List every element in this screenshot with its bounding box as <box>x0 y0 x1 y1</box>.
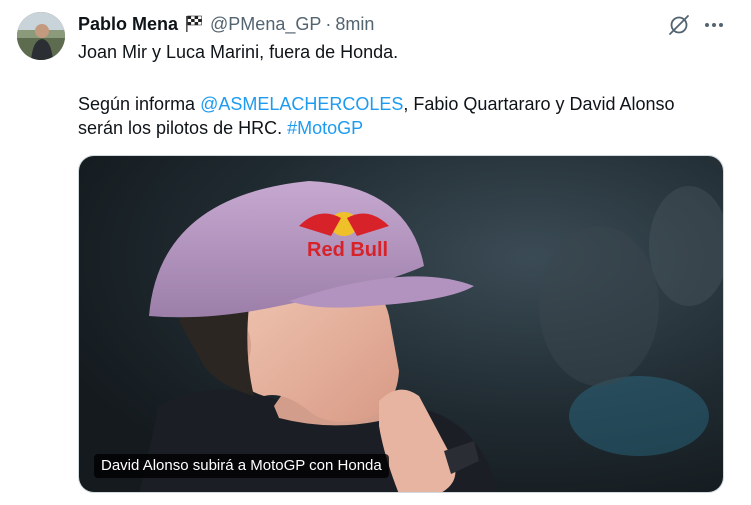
grok-icon[interactable] <box>666 12 692 38</box>
tweet-text: Joan Mir y Luca Marini, fuera de Honda. … <box>78 40 728 140</box>
author-handle[interactable]: @PMena_GP <box>210 14 321 35</box>
checkered-flag-icon <box>184 15 204 33</box>
more-dots-icon[interactable] <box>700 12 728 38</box>
media-caption: David Alonso subirá a MotoGP con Honda <box>94 454 389 478</box>
line2-prefix: Según informa <box>78 94 201 114</box>
avatar-image <box>17 12 65 60</box>
separator-dot: · <box>325 13 332 34</box>
media-photo: Red Bull <box>79 156 723 492</box>
author-name[interactable]: Pablo Mena <box>78 14 178 35</box>
cap-brand-text: Red Bull <box>307 239 388 261</box>
line2-mid: , Fabio Quartararo y David Alonso <box>403 94 675 114</box>
hashtag-link[interactable]: #MotoGP <box>287 118 363 138</box>
tweet-line-1: Joan Mir y Luca Marini, fuera de Honda. <box>78 42 399 62</box>
tweet-line-3: serán los pilotos de HRC. #MotoGP <box>78 116 728 140</box>
tweet-line-2: Según informa @ASMELACHERCOLES, Fabio Qu… <box>78 92 728 116</box>
tweet-time[interactable]: 8min <box>335 14 374 35</box>
avatar[interactable] <box>17 12 65 60</box>
line3-prefix: serán los pilotos de HRC. <box>78 118 288 138</box>
tweet-media[interactable]: Red Bull David Alonso subirá a MotoGP co… <box>78 155 724 493</box>
mention-link[interactable]: @ASMELACHERCOLES <box>200 94 403 114</box>
tweet-header: Pablo Mena @PMena_GP · 8min <box>78 12 374 36</box>
